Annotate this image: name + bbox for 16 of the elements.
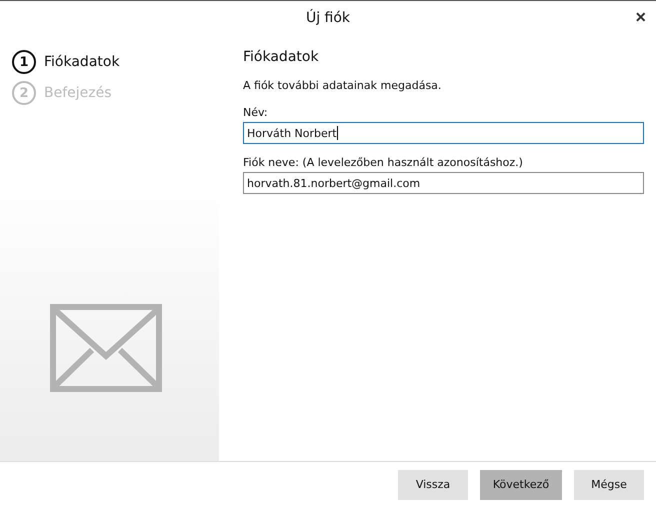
envelope-icon (50, 304, 162, 392)
input-field[interactable]: horvath.81.norbert@gmail.com (243, 172, 644, 194)
step-label: Fiókadatok (44, 54, 120, 70)
dialog-button[interactable]: Mégse (574, 470, 644, 500)
close-button[interactable]: × (633, 7, 648, 27)
page-description: A fiók további adatainak megadása. (243, 79, 442, 92)
field-label: Név: (243, 106, 269, 119)
step-number: 1 (12, 50, 36, 74)
dialog-button[interactable]: Vissza (398, 470, 468, 500)
page-heading: Fiókadatok (243, 49, 320, 65)
dialog-button[interactable]: Következő (480, 470, 562, 500)
window-title: Új fiók (306, 10, 350, 26)
step-label: Befejezés (44, 85, 112, 101)
field-label: Fiók neve: (A levelezőben használt azonosításhoz.) (243, 156, 524, 169)
step-number: 2 (12, 81, 36, 105)
input-field[interactable]: Horváth Norbert (243, 122, 644, 144)
